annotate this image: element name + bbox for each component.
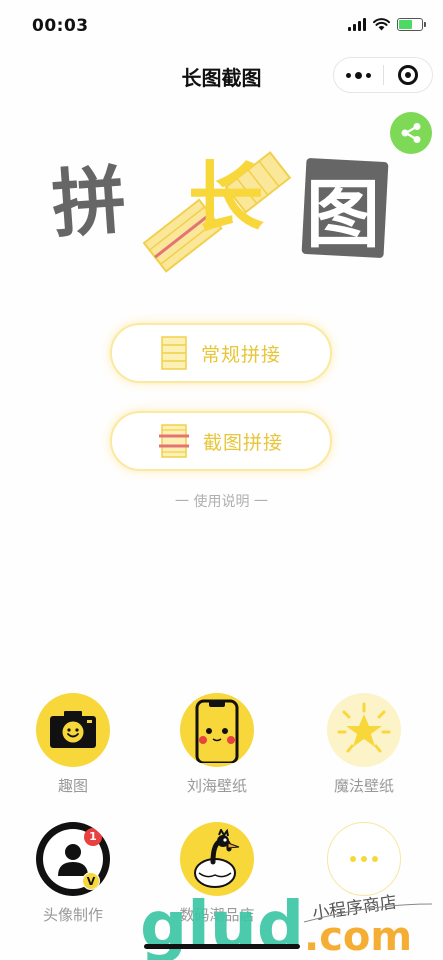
status-icons: [348, 18, 426, 31]
usage-instructions-link[interactable]: 一 使用说明 一: [0, 491, 443, 511]
watermark-tagline: 小程序商店: [311, 893, 398, 925]
feature-avatar-maker[interactable]: 1 V 头像制作: [3, 822, 143, 925]
status-bar: 00:03: [0, 0, 443, 52]
watermark-swoosh: [303, 903, 433, 923]
cartoon-bird-icon: [180, 822, 254, 896]
avatar-icon: 1 V: [36, 822, 110, 896]
home-indicator: [144, 944, 300, 949]
regular-stitch-label: 常规拼接: [200, 343, 281, 366]
logo-char-middle: 长: [188, 153, 264, 242]
feature-digital-shop[interactable]: 数码潮品店: [147, 822, 287, 925]
notification-badge: 1: [84, 828, 102, 846]
more-dots-icon[interactable]: [334, 58, 383, 92]
battery-charging-icon: [397, 18, 426, 31]
screenshot-stitch-label: 截图拼接: [202, 431, 283, 454]
feature-more[interactable]: [294, 822, 434, 896]
feature-avatar-label: 头像制作: [42, 906, 103, 924]
more-dots-icon: [327, 822, 401, 896]
app-logo: 拼 长 图: [49, 151, 389, 273]
verified-badge: V: [82, 872, 100, 890]
feature-notch-wallpaper[interactable]: 刘海壁纸: [147, 693, 287, 796]
watermark-domain: .com: [304, 914, 412, 960]
miniprogram-capsule: [333, 57, 433, 93]
feature-magic-label: 魔法壁纸: [333, 777, 394, 795]
target-close-icon[interactable]: [384, 58, 432, 92]
screenshot-strips-icon: [158, 424, 189, 458]
feature-notch-label: 刘海壁纸: [186, 777, 247, 795]
star-burst-icon: [327, 693, 401, 767]
regular-stitch-button[interactable]: 常规拼接: [110, 323, 332, 383]
feature-fun-label: 趣图: [57, 777, 88, 795]
feature-fun-images[interactable]: 趣图: [3, 693, 143, 796]
logo-char-right: 图: [306, 172, 380, 258]
logo-char-left: 拼: [49, 157, 129, 248]
wifi-icon: [373, 18, 390, 31]
share-icon: [401, 123, 421, 143]
feature-shop-label: 数码潮品店: [179, 906, 255, 924]
signal-icon: [348, 18, 366, 31]
stacked-strips-icon: [161, 336, 187, 370]
camera-icon: [36, 693, 110, 767]
feature-magic-wallpaper[interactable]: 魔法壁纸: [294, 693, 434, 796]
pikachu-phone-icon: [180, 693, 254, 767]
status-time: 00:03: [32, 16, 89, 36]
screenshot-stitch-button[interactable]: 截图拼接: [110, 411, 332, 471]
